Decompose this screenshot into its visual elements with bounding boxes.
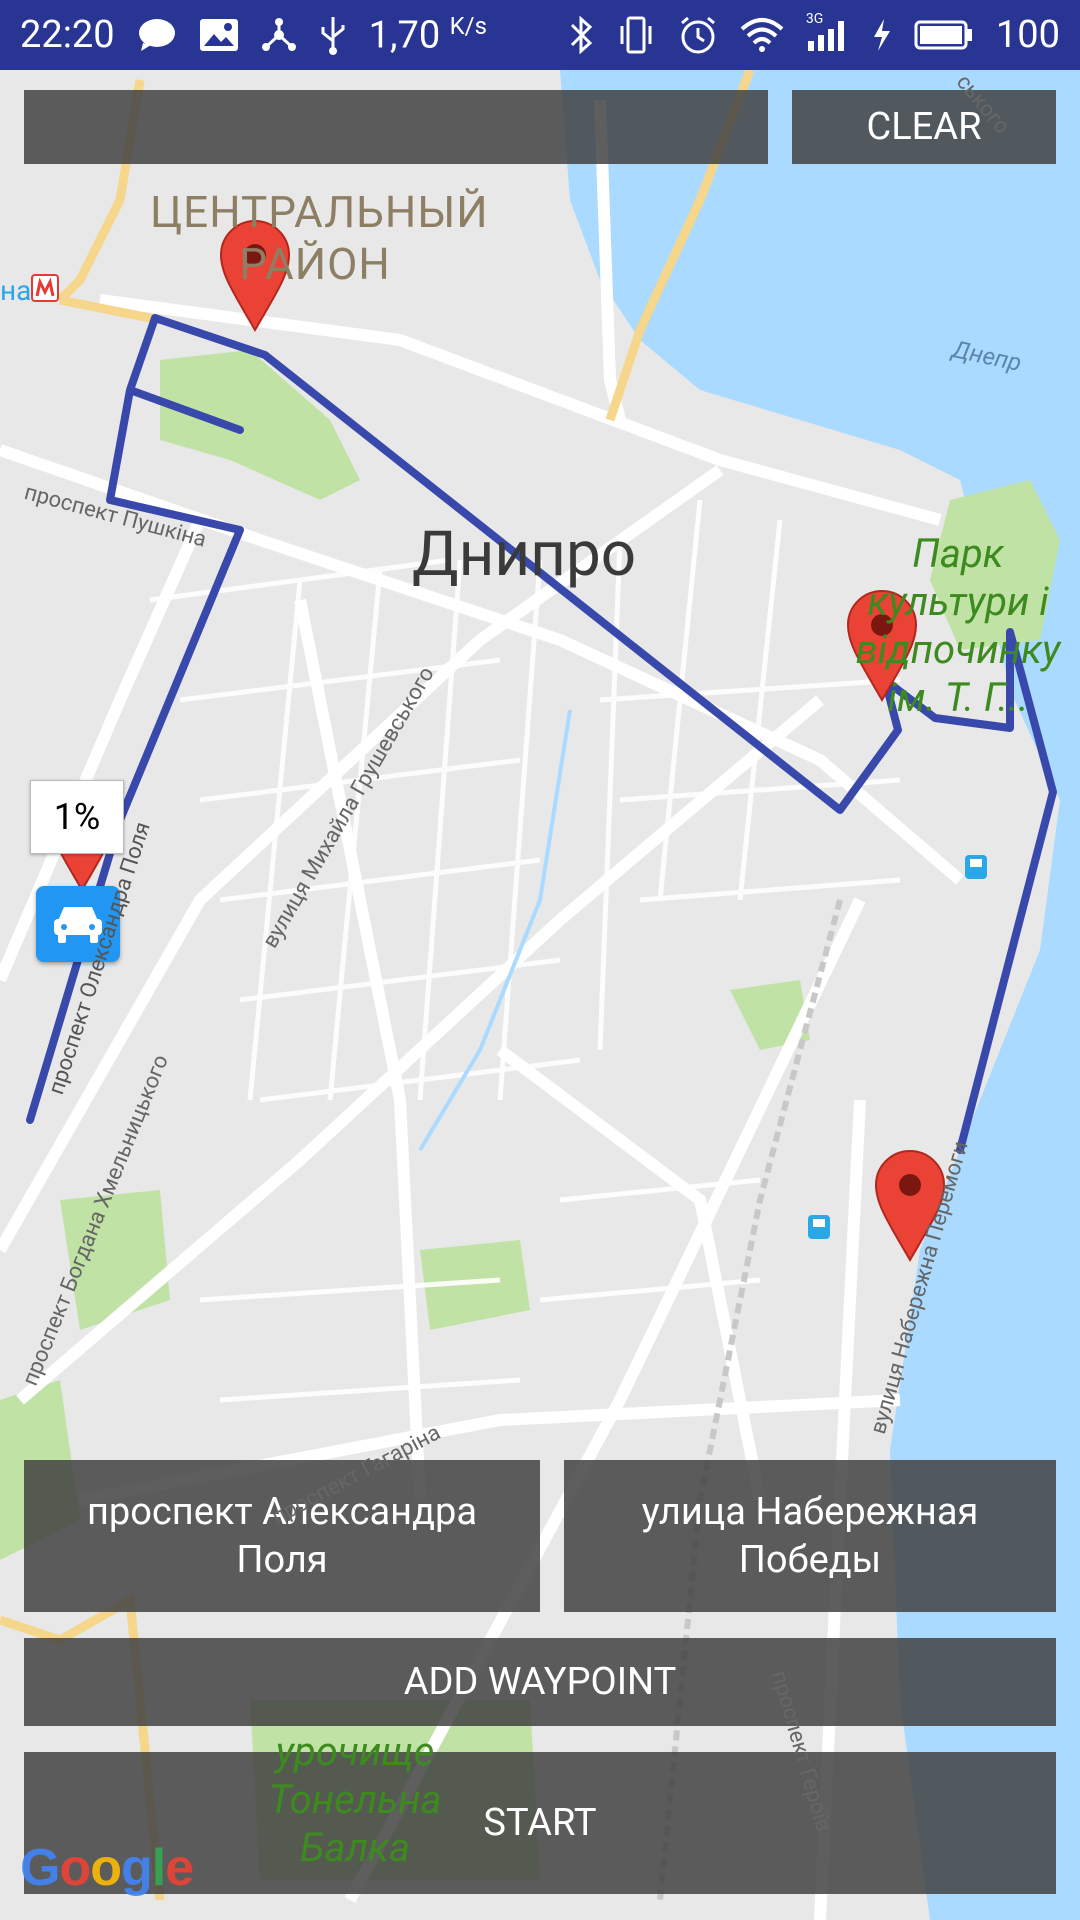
gallery-notification-icon — [199, 18, 239, 52]
destination-button[interactable]: улица Набережная Победы — [564, 1460, 1056, 1612]
metro-icon — [31, 274, 59, 302]
signal-3g-icon: 3G — [806, 11, 850, 53]
usb-icon — [319, 15, 347, 55]
charging-icon — [872, 17, 892, 53]
net-speed: 1,70 K/s — [368, 12, 487, 58]
vibrate-icon — [616, 16, 656, 54]
progress-bubble: 1% — [30, 780, 124, 854]
wifi-icon — [740, 17, 784, 53]
district-label: ЦЕНТРАЛЬНЫЙ РАЙОН — [150, 186, 489, 290]
status-bar: 22:20 1,70 K/s 3G 100 — [0, 0, 1080, 70]
add-waypoint-button[interactable]: ADD WAYPOINT — [24, 1638, 1056, 1726]
search-input[interactable] — [24, 90, 768, 164]
clear-button[interactable]: CLEAR — [792, 90, 1056, 164]
place-label: урочище Тонельна Балка — [268, 1728, 442, 1871]
origin-button[interactable]: проспект Александра Поля — [24, 1460, 540, 1612]
clock: 22:20 — [20, 13, 115, 57]
hotspot-icon — [261, 17, 297, 53]
bluetooth-icon — [568, 15, 594, 55]
city-label: Днипро — [412, 518, 637, 591]
bus-stop-icon — [965, 855, 987, 879]
place-label: на — [0, 274, 32, 307]
google-logo: Google — [20, 1839, 194, 1897]
battery-icon — [914, 19, 974, 51]
battery-percent: 100 — [995, 13, 1060, 57]
park-label: Парк культури і відпочинку ім. Т. Г... — [855, 530, 1061, 721]
chat-notification-icon — [137, 17, 177, 53]
alarm-icon — [678, 15, 718, 55]
bus-stop-icon — [808, 1215, 830, 1239]
